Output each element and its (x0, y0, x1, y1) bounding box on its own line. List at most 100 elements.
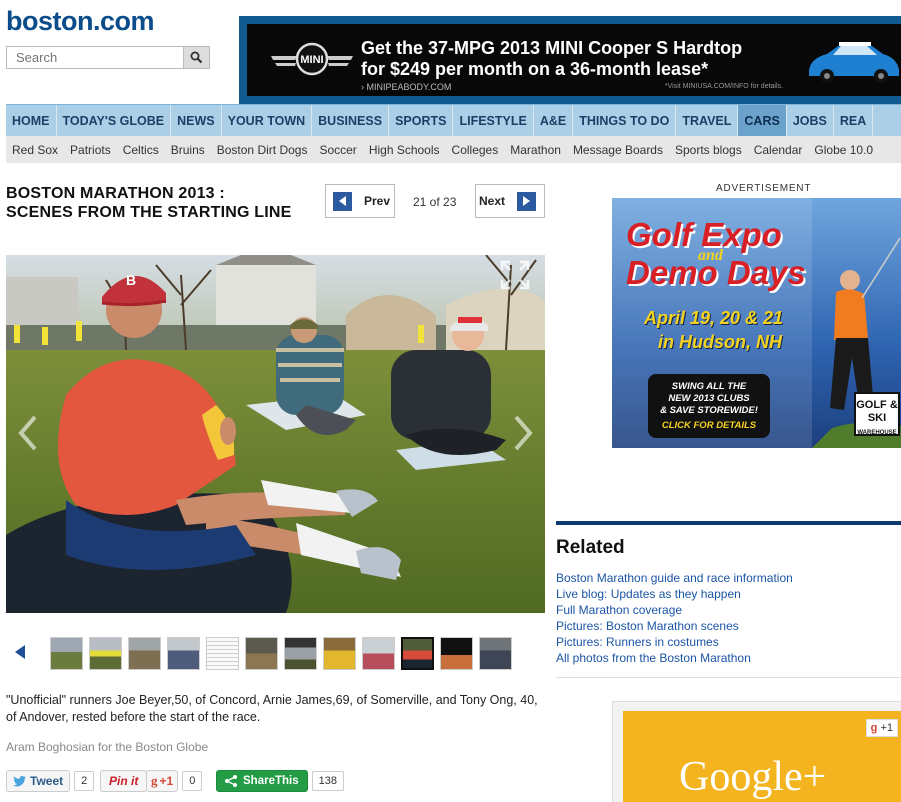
golf-ad-cta-1: SWING ALL THE (671, 381, 747, 392)
page: boston.com MINI Get the 37-MPG 2013 MINI… (0, 0, 901, 802)
top-ad-headline: Get the 37-MPG 2013 MINI Cooper S Hardto… (361, 38, 742, 80)
next-button[interactable]: Next (475, 184, 545, 218)
golf-ski-logo-text: GOLF & SKI (856, 399, 898, 424)
subnav-item-globe-10[interactable]: Globe 10.0 (808, 143, 879, 157)
photo-next-arrow-icon[interactable] (513, 415, 533, 451)
thumbnail[interactable] (323, 637, 356, 670)
thumbnail[interactable] (479, 637, 512, 670)
thumbnail[interactable] (128, 637, 161, 670)
related-link[interactable]: Pictures: Runners in costumes (556, 634, 793, 650)
subnav-item-colleges[interactable]: Colleges (446, 143, 505, 157)
nav-item-things-to-do[interactable]: THINGS TO DO (573, 105, 677, 137)
nav-item-travel[interactable]: TRAVEL (676, 105, 739, 137)
google-plus-ad[interactable]: Google+ g +1 (612, 701, 901, 802)
thumbnail[interactable] (362, 637, 395, 670)
twitter-bird-icon (13, 775, 26, 786)
photo-prev-arrow-icon[interactable] (18, 415, 38, 451)
thumbnail[interactable] (206, 637, 239, 670)
gplus-count: 0 (182, 771, 203, 791)
mini-ad-panel: MINI Get the 37-MPG 2013 MINI Cooper S H… (247, 24, 901, 96)
sharethis-share: ShareThis 138 (216, 770, 344, 792)
top-banner-ad[interactable]: MINI Get the 37-MPG 2013 MINI Cooper S H… (239, 16, 901, 104)
search-input[interactable] (7, 47, 183, 68)
prev-button[interactable]: Prev (325, 184, 395, 218)
golf-ad-and: and (698, 247, 723, 264)
thumbnail[interactable] (89, 637, 122, 670)
prev-label: Prev (364, 194, 391, 208)
subnav-item-dirt-dogs[interactable]: Boston Dirt Dogs (211, 143, 314, 157)
subnav-item-sports-blogs[interactable]: Sports blogs (669, 143, 748, 157)
thumbnail[interactable] (284, 637, 317, 670)
nav-item-business[interactable]: BUSINESS (312, 105, 390, 137)
related-title: Related (556, 537, 625, 558)
search-button[interactable] (183, 47, 209, 68)
main-nav: HOME TODAY'S GLOBE NEWS YOUR TOWN BUSINE… (6, 104, 901, 137)
golf-ad-cta-2: NEW 2013 CLUBS (668, 393, 750, 404)
top-ad-link[interactable]: › MINIPEABODY.COM (361, 82, 451, 92)
subnav-item-message-boards[interactable]: Message Boards (567, 143, 669, 157)
subnav-item-soccer[interactable]: Soccer (313, 143, 362, 157)
pinit-share: Pin it (100, 770, 148, 792)
photo-counter: 21 of 23 (413, 195, 457, 209)
site-logo[interactable]: boston.com (6, 6, 155, 37)
next-arrow-icon (517, 191, 536, 211)
nav-item-ae[interactable]: A&E (534, 105, 574, 137)
top-ad-headline-1: Get the 37-MPG 2013 MINI Cooper S Hardto… (361, 38, 743, 58)
tweet-label: Tweet (30, 774, 64, 788)
golf-ad-cta-3: & SAVE STOREWIDE! (660, 405, 758, 416)
thumbnail[interactable] (245, 637, 278, 670)
nav-item-todays-globe[interactable]: TODAY'S GLOBE (57, 105, 172, 137)
nav-item-cars[interactable]: CARS (738, 105, 787, 137)
tweet-share: Tweet 2 (6, 770, 95, 792)
related-link[interactable]: Full Marathon coverage (556, 602, 793, 618)
nav-item-sports[interactable]: SPORTS (389, 105, 454, 137)
related-link[interactable]: Live blog: Updates as they happen (556, 586, 793, 602)
sports-subnav: Red Sox Patriots Celtics Bruins Boston D… (6, 136, 901, 163)
next-label: Next (478, 194, 505, 208)
related-link[interactable]: All photos from the Boston Marathon (556, 650, 793, 666)
nav-item-home[interactable]: HOME (6, 105, 57, 137)
gallery-title-line-1: BOSTON MARATHON 2013 : (6, 185, 225, 202)
subnav-item-red-sox[interactable]: Red Sox (6, 143, 64, 157)
subnav-item-high-schools[interactable]: High Schools (363, 143, 446, 157)
subnav-item-celtics[interactable]: Celtics (117, 143, 165, 157)
gplus-button[interactable]: g +1 (146, 770, 179, 792)
thumbnail-strip (50, 637, 512, 670)
golf-ad-date-2: in Hudson, NH (658, 332, 782, 352)
gplus-one-badge[interactable]: g +1 (865, 719, 898, 737)
nav-item-your-town[interactable]: YOUR TOWN (222, 105, 313, 137)
related-divider (556, 521, 901, 525)
subnav-item-calendar[interactable]: Calendar (748, 143, 809, 157)
nav-item-jobs[interactable]: JOBS (787, 105, 834, 137)
related-link[interactable]: Boston Marathon guide and race informati… (556, 570, 793, 586)
gplus-label: +1 (159, 774, 174, 788)
tweet-button[interactable]: Tweet (6, 770, 71, 792)
nav-item-news[interactable]: NEWS (171, 105, 222, 137)
thumbnail[interactable] (440, 637, 473, 670)
share-icon (225, 775, 237, 787)
tweet-count: 2 (74, 771, 95, 791)
photo-caption: "Unofficial" runners Joe Beyer,50, of Co… (6, 693, 538, 724)
nav-item-real-estate[interactable]: REA (834, 105, 874, 137)
thumbs-prev-arrow-icon[interactable] (14, 645, 26, 659)
thumbnail[interactable] (50, 637, 83, 670)
golf-expo-ad[interactable]: Golf Expo Demo Days and April 19, 20 & 2… (612, 198, 901, 448)
pinit-button[interactable]: Pin it (100, 770, 148, 792)
fullscreen-icon[interactable] (499, 259, 531, 291)
thumbnail[interactable] (167, 637, 200, 670)
gallery-photo[interactable]: B (6, 255, 545, 613)
sharethis-button[interactable]: ShareThis (216, 770, 308, 792)
thumbnail-selected[interactable] (401, 637, 434, 670)
related-link[interactable]: Pictures: Boston Marathon scenes (556, 618, 793, 634)
photo-credit: Aram Boghosian for the Boston Globe (6, 740, 209, 754)
car-image (809, 42, 899, 83)
subnav-item-bruins[interactable]: Bruins (165, 143, 211, 157)
subnav-item-marathon[interactable]: Marathon (504, 143, 567, 157)
mini-logo-icon: MINI (271, 42, 353, 76)
golf-ad-cta[interactable]: SWING ALL THE NEW 2013 CLUBS & SAVE STOR… (648, 374, 770, 438)
subnav-item-patriots[interactable]: Patriots (64, 143, 117, 157)
nav-item-lifestyle[interactable]: LIFESTYLE (453, 105, 534, 137)
related-links: Boston Marathon guide and race informati… (556, 570, 793, 666)
gplus-g-icon: g (151, 773, 158, 788)
gplus-share: g +1 0 (146, 770, 203, 792)
